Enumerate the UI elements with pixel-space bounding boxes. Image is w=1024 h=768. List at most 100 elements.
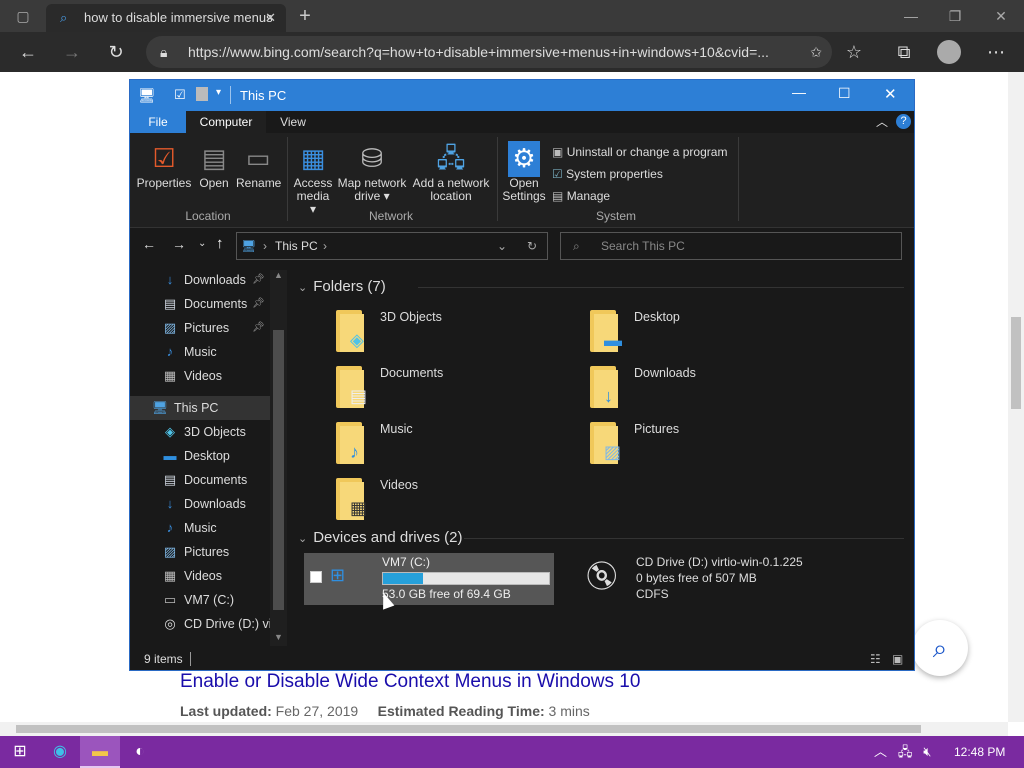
nav-item[interactable]: ▨ Pictures <box>130 540 270 564</box>
page-scrollbar[interactable] <box>1008 72 1024 722</box>
system-properties-button[interactable]: ☑ System properties <box>552 163 727 185</box>
folder-icon: ▨ <box>588 422 626 466</box>
nav-item[interactable]: ▭ VM7 (C:) <box>130 588 270 612</box>
refresh-icon[interactable]: ↻ <box>100 32 132 72</box>
chevron-up-icon[interactable]: ︿ <box>874 744 887 759</box>
nav-item[interactable]: ▦ Videos <box>130 564 270 588</box>
drive-d-tile[interactable]: 💿︎ CD Drive (D:) virtio-win-0.1.225 0 by… <box>578 553 878 605</box>
maximize-button[interactable]: ☐ <box>838 85 851 102</box>
nav-item[interactable]: ♪ Music <box>130 340 270 364</box>
details-view-icon[interactable]: ☷ <box>870 648 881 670</box>
nav-item[interactable]: ◎ CD Drive (D:) virtio-win-0.1.225 <box>130 612 270 636</box>
folder-tile[interactable]: ▬ Desktop <box>588 306 828 358</box>
page-h-scrollbar[interactable] <box>0 722 1008 736</box>
app-taskbar-button[interactable]: ◐ <box>120 736 160 768</box>
forward-icon[interactable]: → <box>56 32 88 72</box>
open-settings-button[interactable]: ⚙ Open Settings <box>502 141 546 203</box>
back-icon[interactable]: ← <box>142 236 156 252</box>
nav-scroll-thumb[interactable] <box>273 330 284 610</box>
up-icon[interactable]: ↑ <box>216 235 224 252</box>
close-button[interactable]: ✕ <box>884 85 897 103</box>
add-favorite-icon[interactable]: ✩ <box>810 36 822 68</box>
pin-icon[interactable]: 📌︎ <box>252 268 265 292</box>
open-button[interactable]: ▤ Open <box>194 141 234 190</box>
address-bar[interactable]: 🔒︎ https://www.bing.com/search?q=how+to+… <box>146 36 832 68</box>
collapse-ribbon-icon[interactable]: ︿ <box>876 113 888 130</box>
folder-tile[interactable]: ▦ Videos <box>334 474 574 526</box>
nav-item[interactable]: ▦ Videos <box>130 364 270 388</box>
access-media-button[interactable]: ▦ Access media ▾ <box>292 141 334 216</box>
back-icon[interactable]: ← <box>12 32 44 72</box>
nav-item[interactable]: ▤ Documents <box>130 468 270 492</box>
result-title-link[interactable]: Enable or Disable Wide Context Menus in … <box>180 671 640 693</box>
nav-item[interactable]: ▬ Desktop <box>130 444 270 468</box>
large-icons-view-icon[interactable]: ▣ <box>892 648 903 670</box>
new-folder-icon[interactable] <box>196 87 208 101</box>
page-h-scroll-thumb[interactable] <box>16 725 921 733</box>
network-icon[interactable]: 🖧︎ <box>898 744 913 759</box>
folder-tile[interactable]: ♪ Music <box>334 418 574 470</box>
tab-file[interactable]: File <box>130 111 186 133</box>
nav-item[interactable]: 🖥︎ This PC <box>130 396 270 420</box>
quick-access-properties-icon[interactable]: ☑ <box>174 87 186 103</box>
rename-button[interactable]: ▭ Rename <box>236 141 281 190</box>
close-window-button[interactable]: ✕ <box>986 0 1016 32</box>
add-network-location-button[interactable]: 🖧︎ Add a network location <box>410 141 492 203</box>
drive-c-tile[interactable]: ⊞ VM7 (C:) 53.0 GB free of 69.4 GB <box>304 553 554 605</box>
pin-icon[interactable]: 📌︎ <box>252 292 265 316</box>
nav-item[interactable]: ↓ Downloads 📌︎ <box>130 268 270 292</box>
refresh-icon[interactable]: ↻ <box>527 233 537 259</box>
close-tab-icon[interactable]: ✕ <box>265 4 276 32</box>
folder-tile[interactable]: ↓ Downloads <box>588 362 828 414</box>
nav-item[interactable]: ▨ Pictures 📌︎ <box>130 316 270 340</box>
system-items: ▣ Uninstall or change a program ☑ System… <box>552 141 727 207</box>
more-icon[interactable]: ⋯ <box>980 32 1012 72</box>
devices-section-header[interactable]: ⌄ Devices and drives (2) <box>298 529 462 546</box>
search-this-pc-input[interactable]: ⌕ Search This PC <box>560 232 902 260</box>
edge-taskbar-button[interactable]: ◉ <box>40 736 80 768</box>
favorites-icon[interactable]: ☆ <box>838 32 870 72</box>
map-network-drive-button[interactable]: ⛁ Map network drive ▾ <box>336 141 408 203</box>
folders-section-header[interactable]: ⌄ Folders (7) <box>298 278 386 295</box>
start-button[interactable]: ⊞ <box>0 736 40 768</box>
scroll-up-icon[interactable]: ▲ <box>274 270 283 280</box>
folder-tile[interactable]: ▤ Documents <box>334 362 574 414</box>
folder-tile[interactable]: ◈ 3D Objects <box>334 306 574 358</box>
search-fab-button[interactable]: ⌕ <box>912 620 968 676</box>
tab-actions-icon[interactable]: ▢ <box>8 0 38 32</box>
manage-button[interactable]: ▤ Manage <box>552 185 727 207</box>
nav-item[interactable]: ◈ 3D Objects <box>130 420 270 444</box>
browser-tab[interactable]: ⌕ how to disable immersive menus ✕ <box>46 4 286 32</box>
folder-tile[interactable]: ▨ Pictures <box>588 418 828 470</box>
restore-button[interactable]: ❐ <box>940 0 970 32</box>
page-scroll-thumb[interactable] <box>1011 317 1021 409</box>
chevron-down-icon[interactable]: ⌄ <box>497 233 507 259</box>
volume-icon[interactable]: 🔇︎ <box>923 744 931 759</box>
uninstall-program-button[interactable]: ▣ Uninstall or change a program <box>552 141 727 163</box>
chevron-right-icon[interactable]: › <box>323 233 327 259</box>
forward-icon[interactable]: → <box>172 236 186 252</box>
file-explorer-taskbar-button[interactable]: ▬ <box>80 736 120 768</box>
pin-icon[interactable]: 📌︎ <box>252 316 265 340</box>
new-tab-button[interactable]: + <box>290 0 320 32</box>
collections-icon[interactable]: ⧉ <box>888 32 920 72</box>
nav-item[interactable]: ▤ Documents 📌︎ <box>130 292 270 316</box>
address-box[interactable]: 🖥︎ › This PC › ⌄ ↻ <box>236 232 548 260</box>
document-icon: ▤ <box>163 296 177 311</box>
tab-view[interactable]: View <box>266 111 320 133</box>
tab-computer[interactable]: Computer <box>186 111 266 133</box>
scroll-down-icon[interactable]: ▼ <box>274 632 283 642</box>
nav-scrollbar[interactable]: ▲ ▼ <box>270 270 287 646</box>
address-path[interactable]: This PC <box>275 233 318 259</box>
customize-qat-icon[interactable]: ▾ <box>216 87 221 98</box>
drive-checkbox[interactable] <box>310 571 322 583</box>
nav-item[interactable]: ↓ Downloads <box>130 492 270 516</box>
nav-item[interactable]: ♪ Music <box>130 516 270 540</box>
recent-locations-icon[interactable]: ⌄ <box>198 238 206 249</box>
clock[interactable]: 12:48 PM <box>954 736 1005 768</box>
avatar[interactable] <box>937 40 961 64</box>
minimize-button[interactable]: — <box>896 0 926 32</box>
properties-button[interactable]: ☑ Properties <box>136 141 192 190</box>
help-icon[interactable]: ? <box>896 114 911 129</box>
minimize-button[interactable]: — <box>792 84 806 100</box>
